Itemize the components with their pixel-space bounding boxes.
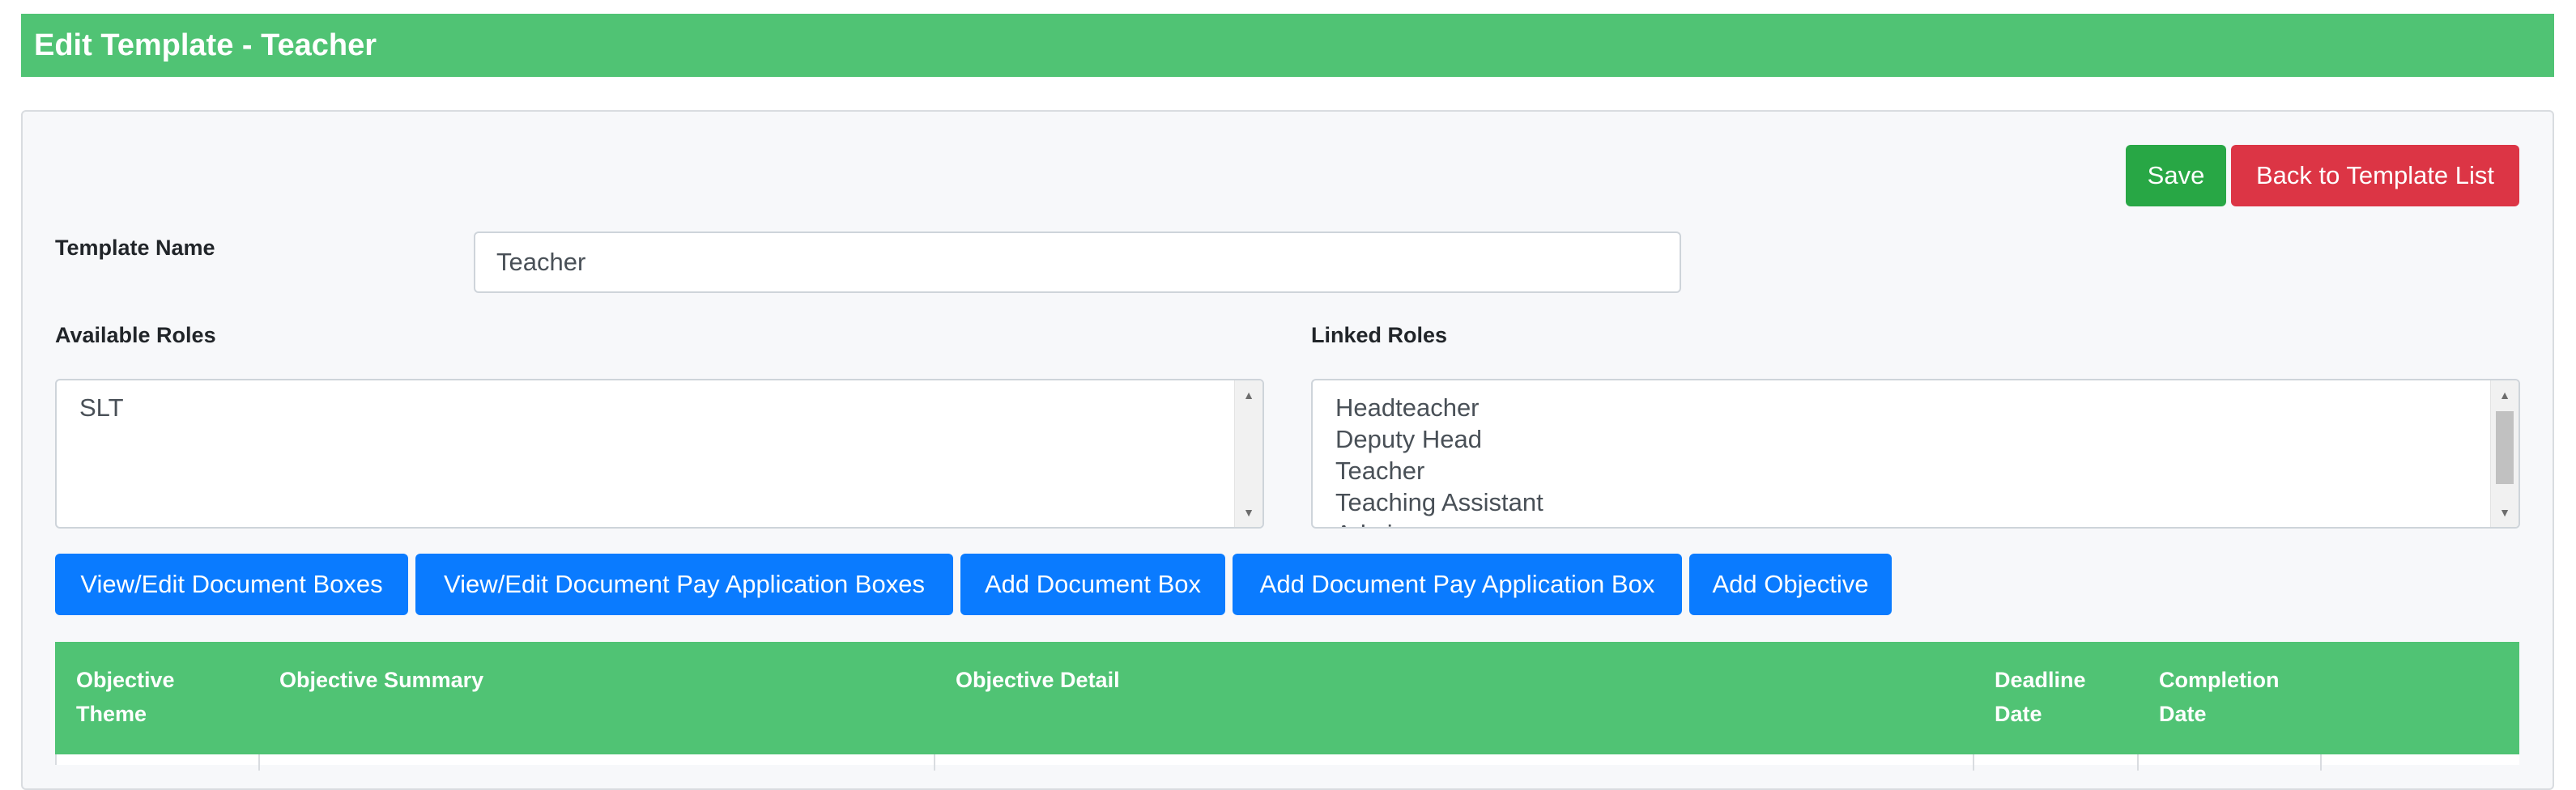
linked-role-option[interactable]: Deputy Head [1335,423,2519,455]
add-document-pay-application-box-button[interactable]: Add Document Pay Application Box [1233,554,1682,615]
template-name-input[interactable] [474,231,1681,293]
scroll-down-arrow-icon[interactable]: ▼ [1235,501,1262,524]
view-edit-document-pay-application-boxes-button[interactable]: View/Edit Document Pay Application Boxes [415,554,953,615]
objectives-table-header: Objective Theme Objective Summary Object… [55,642,2519,754]
add-objective-button[interactable]: Add Objective [1689,554,1892,615]
column-header-deadline-date[interactable]: Deadline Date [1995,663,2086,731]
back-to-template-list-button[interactable]: Back to Template List [2231,145,2519,206]
linked-role-option[interactable]: Admin [1335,518,2519,527]
linked-role-option[interactable]: Teaching Assistant [1335,486,2519,518]
column-divider [934,754,935,771]
column-header-objective-summary[interactable]: Objective Summary [279,663,483,697]
column-header-objective-theme[interactable]: Objective Theme [76,663,175,731]
save-button[interactable]: Save [2126,145,2226,206]
scroll-down-arrow-icon[interactable]: ▼ [2491,501,2519,524]
column-header-completion-date[interactable]: Completion Date [2159,663,2280,731]
scroll-up-arrow-icon[interactable]: ▲ [2491,384,2519,406]
column-header-objective-detail[interactable]: Objective Detail [956,663,1120,697]
available-roles-label: Available Roles [55,323,216,347]
linked-roles-scrollbar[interactable]: ▲ ▼ [2490,380,2519,527]
linked-role-option[interactable]: Headteacher [1335,392,2519,423]
column-divider [2137,754,2139,771]
add-document-box-button[interactable]: Add Document Box [960,554,1225,615]
scroll-up-arrow-icon[interactable]: ▲ [1235,384,1262,406]
table-row [55,754,2519,765]
available-roles-listbox[interactable]: SLT ▲ ▼ [55,379,1264,529]
column-divider [258,754,260,771]
linked-role-option[interactable]: Teacher [1335,455,2519,486]
linked-roles-label: Linked Roles [1311,323,1448,347]
available-roles-scrollbar[interactable]: ▲ ▼ [1234,380,1262,527]
scrollbar-thumb[interactable] [2496,411,2514,484]
template-name-label: Template Name [55,236,215,260]
available-role-option[interactable]: SLT [79,392,1262,423]
column-divider [1973,754,1974,771]
view-edit-document-boxes-button[interactable]: View/Edit Document Boxes [55,554,408,615]
column-divider [2320,754,2322,771]
linked-roles-listbox[interactable]: Headteacher Deputy Head Teacher Teaching… [1311,379,2520,529]
page-title: Edit Template - Teacher [21,14,2554,77]
